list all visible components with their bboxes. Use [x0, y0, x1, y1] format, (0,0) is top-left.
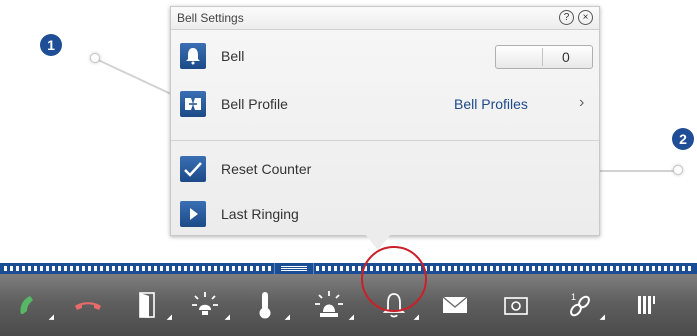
- phone-accept-icon: [20, 296, 33, 314]
- camera-button[interactable]: [489, 284, 543, 326]
- reset-counter-row[interactable]: Reset Counter: [171, 150, 599, 188]
- close-icon[interactable]: ×: [578, 10, 593, 25]
- menu-indicator-icon: ◢: [413, 314, 419, 321]
- bell-row: Bell 0: [171, 37, 599, 75]
- menu-indicator-icon: ◢: [224, 314, 230, 321]
- bell-profile-icon: [180, 91, 206, 117]
- menu-indicator-icon: ◢: [599, 314, 605, 321]
- door-open-icon: [139, 292, 155, 318]
- phone-hangup-icon: [75, 302, 101, 310]
- popup-header: Bell Settings ? ×: [171, 7, 599, 30]
- bell-label: Bell: [221, 48, 245, 64]
- bell-settings-popup: Bell Settings ? × Bell 0 Bell Profile Be…: [170, 6, 600, 236]
- highlight-circle: [361, 246, 427, 312]
- menu-indicator-icon: ◢: [348, 314, 354, 321]
- callout-2-dot: [673, 165, 683, 175]
- alarm-light-icon: [315, 291, 343, 317]
- last-ringing-row[interactable]: Last Ringing: [171, 195, 599, 233]
- mail-icon: [442, 296, 468, 313]
- bell-toggle[interactable]: 0: [495, 45, 593, 69]
- play-icon: [180, 201, 206, 227]
- link-icon: 1: [570, 292, 590, 317]
- drawer-handle-strip[interactable]: [0, 263, 697, 274]
- light-icon: [192, 292, 218, 315]
- last-ringing-label: Last Ringing: [221, 206, 299, 222]
- menu-indicator-icon: ◢: [166, 314, 172, 321]
- bell-profiles-link[interactable]: Bell Profiles: [454, 96, 528, 112]
- callout-2-badge: 2: [672, 128, 694, 150]
- alarm-button[interactable]: ◢: [302, 284, 356, 326]
- toggle-separator: [542, 48, 543, 66]
- reset-counter-label: Reset Counter: [221, 161, 312, 177]
- help-icon[interactable]: ?: [559, 10, 574, 25]
- checkmark-icon: [180, 156, 206, 182]
- bottom-toolbar: ◢ ◢ ◢ ◢ ◢ ◢ 1 ◢: [0, 274, 697, 336]
- mail-button[interactable]: [428, 284, 482, 326]
- camera-icon: [504, 297, 528, 315]
- bell-profile-row[interactable]: Bell Profile Bell Profiles ›: [171, 85, 599, 123]
- menu-indicator-icon: ◢: [48, 314, 54, 321]
- callout-1-dot: [90, 53, 100, 63]
- door-button[interactable]: ◢: [120, 284, 174, 326]
- bell-toggle-value: 0: [562, 49, 570, 65]
- phone-hangup-button[interactable]: [61, 284, 115, 326]
- strip-pattern: [4, 266, 694, 271]
- bell-profile-label: Bell Profile: [221, 96, 288, 112]
- svg-text:1: 1: [571, 292, 576, 302]
- bell-icon: [180, 43, 206, 69]
- phone-accept-button[interactable]: ◢: [2, 284, 56, 326]
- link-button[interactable]: 1 ◢: [553, 284, 607, 326]
- popup-title: Bell Settings: [177, 11, 244, 25]
- chevron-right-icon[interactable]: ›: [579, 94, 584, 112]
- bars-icon: [638, 296, 655, 314]
- callout-1-badge: 1: [40, 34, 62, 56]
- bars-button[interactable]: [620, 284, 674, 326]
- section-divider: [171, 140, 599, 141]
- light-button[interactable]: ◢: [178, 284, 232, 326]
- temperature-button[interactable]: ◢: [238, 284, 292, 326]
- drawer-grip-icon[interactable]: [274, 263, 314, 274]
- menu-indicator-icon: ◢: [284, 314, 290, 321]
- thermometer-icon: [259, 292, 271, 319]
